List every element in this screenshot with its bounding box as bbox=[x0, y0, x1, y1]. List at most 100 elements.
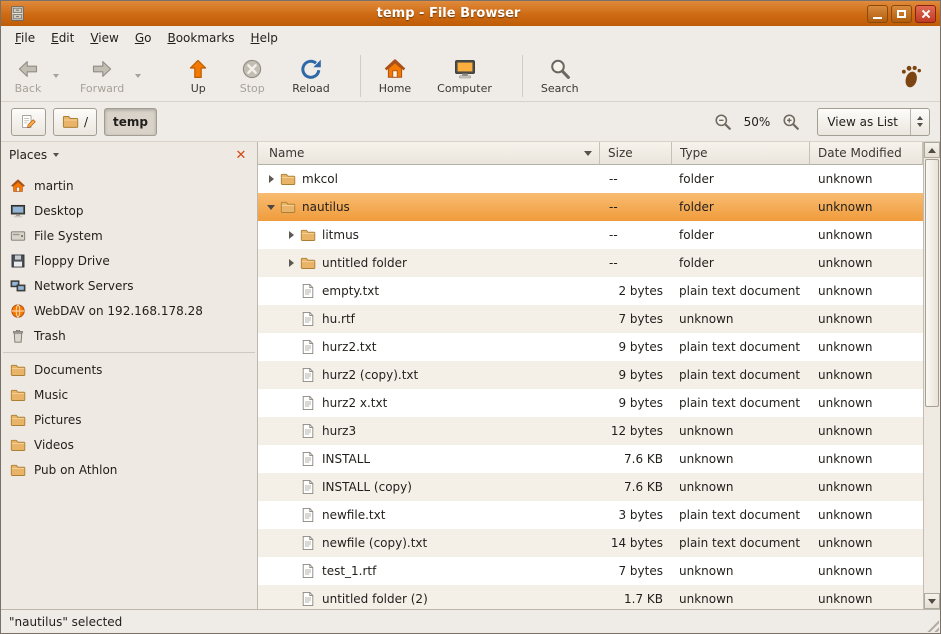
sidebar-item-webdav-on-192-168-178-28[interactable]: WebDAV on 192.168.178.28 bbox=[1, 298, 257, 323]
reload-button[interactable]: Reload bbox=[285, 55, 336, 97]
up-button[interactable]: Up bbox=[177, 55, 219, 97]
file-row-newfile-copy-txt[interactable]: newfile (copy).txt14 bytesplain text doc… bbox=[258, 529, 923, 557]
edit-location-icon bbox=[20, 113, 37, 130]
sidebar-close-button[interactable] bbox=[233, 147, 249, 163]
column-header-name[interactable]: Name bbox=[258, 142, 600, 165]
folder-icon bbox=[10, 412, 26, 428]
file-row-empty-txt[interactable]: empty.txt2 bytesplain text documentunkno… bbox=[258, 277, 923, 305]
column-header-type[interactable]: Type bbox=[672, 142, 810, 165]
sidebar-item-videos[interactable]: Videos bbox=[1, 432, 257, 457]
toolbar-separator bbox=[522, 55, 523, 97]
up-icon bbox=[186, 57, 210, 81]
file-row-newfile-txt[interactable]: newfile.txt3 bytesplain text documentunk… bbox=[258, 501, 923, 529]
scroll-down-button[interactable] bbox=[924, 593, 940, 609]
search-button[interactable]: Search bbox=[534, 55, 586, 97]
file-row-test-1-rtf[interactable]: test_1.rtf7 bytesunknownunknown bbox=[258, 557, 923, 585]
text-icon bbox=[300, 311, 316, 327]
sidebar-item-floppy-drive[interactable]: Floppy Drive bbox=[1, 248, 257, 273]
sidebar-item-documents[interactable]: Documents bbox=[1, 357, 257, 382]
sidebar-item-trash[interactable]: Trash bbox=[1, 323, 257, 348]
computer-button[interactable]: Computer bbox=[430, 55, 499, 97]
view-mode-select[interactable]: View as List bbox=[817, 108, 930, 136]
resize-grip[interactable] bbox=[924, 617, 939, 632]
trash-icon bbox=[10, 328, 26, 344]
close-button[interactable] bbox=[915, 5, 936, 23]
menu-help[interactable]: Help bbox=[243, 28, 286, 48]
sidebar-item-pub-on-athlon[interactable]: Pub on Athlon bbox=[1, 457, 257, 482]
back-icon bbox=[16, 57, 40, 81]
path-root-label: / bbox=[84, 115, 88, 129]
sidebar-item-martin[interactable]: martin bbox=[1, 173, 257, 198]
toolbar-buttons: BackForwardUpStopReloadHomeComputerSearc… bbox=[7, 52, 598, 99]
menu-bar: FileEditViewGoBookmarksHelp bbox=[1, 26, 940, 50]
minimize-button[interactable] bbox=[867, 5, 888, 23]
tool-bar: BackForwardUpStopReloadHomeComputerSearc… bbox=[1, 50, 940, 102]
file-row-hurz2-x-txt[interactable]: hurz2 x.txt9 bytesplain text documentunk… bbox=[258, 389, 923, 417]
file-row-untitled-folder[interactable]: untitled folder--folderunknown bbox=[258, 249, 923, 277]
path-root-button[interactable]: / bbox=[53, 108, 97, 136]
menu-go[interactable]: Go bbox=[127, 28, 160, 48]
file-row-nautilus[interactable]: nautilus--folderunknown bbox=[258, 193, 923, 221]
expander-collapsed-icon[interactable] bbox=[284, 249, 298, 277]
vertical-scrollbar[interactable] bbox=[923, 142, 940, 609]
search-icon bbox=[548, 57, 572, 81]
scroll-thumb[interactable] bbox=[925, 159, 939, 407]
places-selector[interactable]: Places bbox=[9, 148, 59, 162]
file-row-hurz2-txt[interactable]: hurz2.txt9 bytesplain text documentunkno… bbox=[258, 333, 923, 361]
view-mode-spinner bbox=[910, 109, 929, 135]
zoom-in-button[interactable] bbox=[780, 111, 802, 133]
status-text: "nautilus" selected bbox=[9, 615, 122, 629]
file-row-litmus[interactable]: litmus--folderunknown bbox=[258, 221, 923, 249]
home-button[interactable]: Home bbox=[372, 55, 418, 97]
text-icon bbox=[300, 535, 316, 551]
spin-up-icon bbox=[917, 116, 923, 120]
zoom-out-icon bbox=[714, 113, 732, 131]
file-row-hurz2-copy-txt[interactable]: hurz2 (copy).txt9 bytesplain text docume… bbox=[258, 361, 923, 389]
expander-spacer bbox=[284, 361, 298, 389]
expander-collapsed-icon[interactable] bbox=[284, 221, 298, 249]
menu-file[interactable]: File bbox=[7, 28, 43, 48]
sidebar-item-music[interactable]: Music bbox=[1, 382, 257, 407]
expander-collapsed-icon[interactable] bbox=[264, 165, 278, 193]
scroll-track[interactable] bbox=[924, 158, 940, 593]
main-area: Places martinDesktopFile SystemFloppy Dr… bbox=[1, 142, 940, 609]
file-row-hu-rtf[interactable]: hu.rtf7 bytesunknownunknown bbox=[258, 305, 923, 333]
back-button: Back bbox=[7, 55, 49, 97]
title-bar[interactable]: temp - File Browser bbox=[1, 1, 940, 26]
menu-edit[interactable]: Edit bbox=[43, 28, 82, 48]
file-row-install-copy[interactable]: INSTALL (copy)7.6 KBunknownunknown bbox=[258, 473, 923, 501]
maximize-button[interactable] bbox=[891, 5, 912, 23]
file-row-install[interactable]: INSTALL7.6 KBunknownunknown bbox=[258, 445, 923, 473]
zoom-in-icon bbox=[782, 113, 800, 131]
text-icon bbox=[300, 479, 316, 495]
path-current-label: temp bbox=[113, 115, 148, 129]
zoom-out-button[interactable] bbox=[712, 111, 734, 133]
file-row-hurz3[interactable]: hurz312 bytesunknownunknown bbox=[258, 417, 923, 445]
sidebar-item-desktop[interactable]: Desktop bbox=[1, 198, 257, 223]
expander-expanded-icon[interactable] bbox=[264, 193, 278, 221]
column-header-date-modified[interactable]: Date Modified bbox=[810, 142, 923, 165]
sidebar-item-network-servers[interactable]: Network Servers bbox=[1, 273, 257, 298]
file-row-mkcol[interactable]: mkcol--folderunknown bbox=[258, 165, 923, 193]
column-header-size[interactable]: Size bbox=[600, 142, 672, 165]
scroll-up-button[interactable] bbox=[924, 142, 940, 158]
expander-spacer bbox=[284, 585, 298, 609]
text-icon bbox=[300, 367, 316, 383]
folder-icon bbox=[280, 171, 296, 187]
forward-button: Forward bbox=[73, 55, 131, 97]
menu-bookmarks[interactable]: Bookmarks bbox=[159, 28, 242, 48]
path-current-button[interactable]: temp bbox=[104, 108, 157, 136]
file-list: NameSizeTypeDate Modified mkcol--folderu… bbox=[258, 142, 940, 609]
close-icon bbox=[921, 9, 931, 19]
edit-location-button[interactable] bbox=[11, 108, 46, 136]
expander-spacer bbox=[284, 389, 298, 417]
desktop-icon bbox=[10, 203, 26, 219]
sidebar-item-file-system[interactable]: File System bbox=[1, 223, 257, 248]
folder-icon bbox=[10, 362, 26, 378]
expander-spacer bbox=[284, 417, 298, 445]
file-row-untitled-folder-2[interactable]: untitled folder (2)1.7 KBunknownunknown bbox=[258, 585, 923, 609]
menu-view[interactable]: View bbox=[82, 28, 126, 48]
network-icon bbox=[10, 278, 26, 294]
expander-spacer bbox=[284, 277, 298, 305]
sidebar-item-pictures[interactable]: Pictures bbox=[1, 407, 257, 432]
